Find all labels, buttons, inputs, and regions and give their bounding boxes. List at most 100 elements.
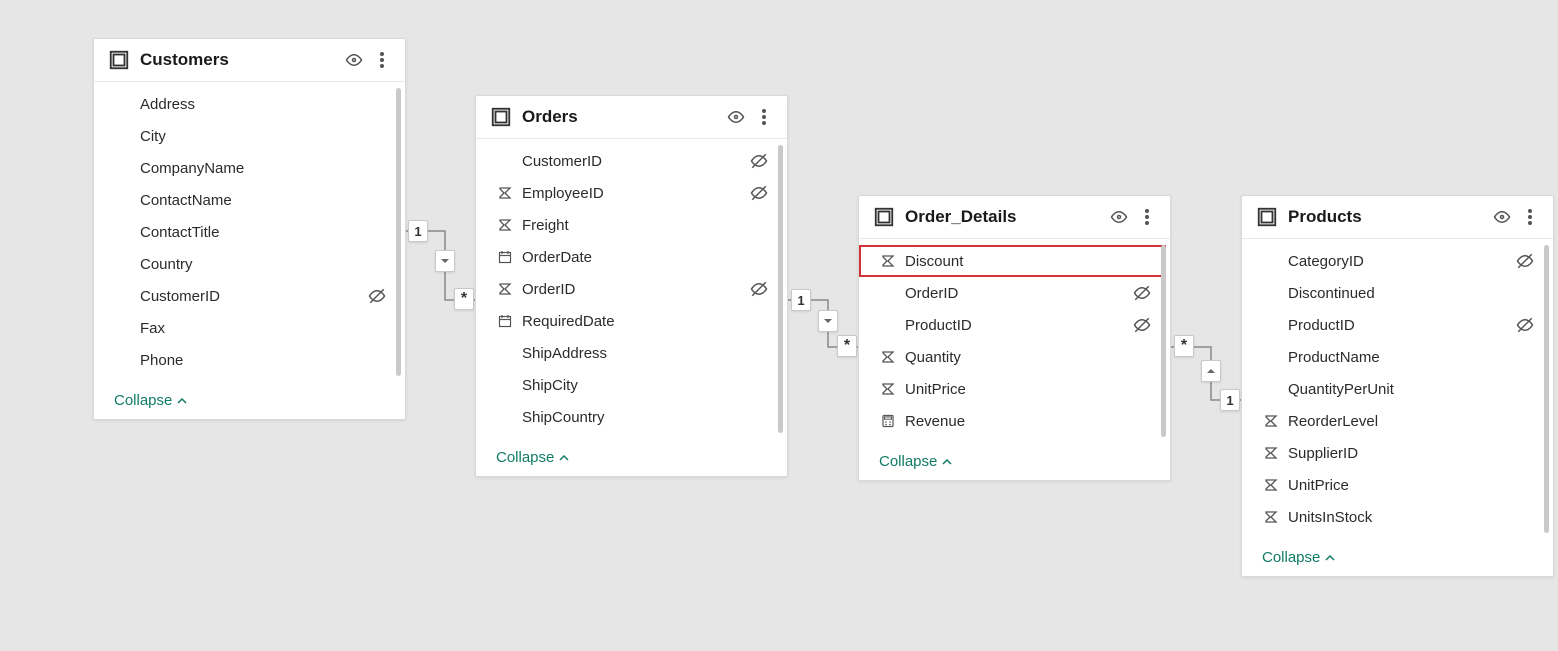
table-title: Products [1288,207,1483,227]
field-row[interactable]: RequiredDate [476,305,783,337]
sigma-icon [1262,510,1280,524]
hidden-eye-icon[interactable] [367,287,387,305]
more-menu-icon[interactable] [373,51,391,69]
field-name: UnitsInStock [1288,509,1507,526]
table-card-orders[interactable]: Orders CustomerID EmployeeIDFreightOrderD… [475,95,788,477]
sigma-icon [496,218,514,232]
hidden-eye-icon[interactable] [1515,316,1535,334]
model-canvas[interactable]: 1 * 1 * * 1 Customers AddressCityCompany… [0,0,1558,651]
table-header[interactable]: Order_Details [859,196,1170,239]
field-row[interactable]: ShipCity [476,369,783,401]
field-name: Discount [905,253,1124,270]
table-header[interactable]: Orders [476,96,787,139]
field-row[interactable]: ContactTitle [94,216,401,248]
field-name: Revenue [905,413,1124,430]
field-row[interactable]: UnitsInStock [1242,501,1549,533]
field-row[interactable]: Freight [476,209,783,241]
visibility-eye-icon[interactable] [1493,208,1511,226]
hidden-eye-icon[interactable] [749,184,769,202]
sigma-icon [1262,446,1280,460]
more-menu-icon[interactable] [1138,208,1156,226]
field-row[interactable]: City [94,120,401,152]
field-row[interactable]: UnitPrice [1242,469,1549,501]
hidden-eye-icon[interactable] [1515,252,1535,270]
field-row[interactable]: ReorderLevel [1242,405,1549,437]
field-row[interactable]: ProductName [1242,341,1549,373]
field-row[interactable]: ShipAddress [476,337,783,369]
field-row[interactable]: OrderID [476,273,783,305]
cardinality-one: 1 [791,289,811,311]
collapse-label: Collapse [496,449,554,466]
field-name: ProductName [1288,349,1507,366]
field-row[interactable]: SupplierID [1242,437,1549,469]
field-name: CategoryID [1288,253,1507,270]
field-row[interactable]: Fax [94,312,401,344]
field-row[interactable]: CustomerID [94,280,401,312]
field-row[interactable]: ContactName [94,184,401,216]
field-row[interactable]: CustomerID [476,145,783,177]
filter-direction-down-icon[interactable] [435,250,455,272]
field-row[interactable]: Phone [94,344,401,376]
collapse-toggle[interactable]: Collapse [859,443,1170,480]
field-row[interactable]: OrderDate [476,241,783,273]
field-name: Quantity [905,349,1124,366]
table-card-products[interactable]: Products CategoryID Discontinued ProductID… [1241,195,1554,577]
hidden-eye-icon[interactable] [1132,284,1152,302]
sigma-icon [1262,478,1280,492]
field-row[interactable]: CategoryID [1242,245,1549,277]
field-row[interactable]: ShipCountry [476,401,783,433]
field-row[interactable]: Revenue [859,405,1166,437]
hidden-eye-icon[interactable] [749,280,769,298]
field-name: ContactName [140,192,359,209]
table-header[interactable]: Products [1242,196,1553,239]
field-name: UnitPrice [1288,477,1507,494]
hidden-eye-icon[interactable] [1132,316,1152,334]
field-name: UnitPrice [905,381,1124,398]
table-title: Orders [522,107,717,127]
calendar-icon [496,314,514,328]
field-list: CategoryID Discontinued ProductID ProductNa… [1242,239,1553,539]
filter-direction-down-icon[interactable] [818,310,838,332]
collapse-label: Collapse [1262,549,1320,566]
visibility-eye-icon[interactable] [345,51,363,69]
field-row[interactable]: ProductID [859,309,1166,341]
field-row[interactable]: Quantity [859,341,1166,373]
field-name: CompanyName [140,160,359,177]
field-row[interactable]: Address [94,88,401,120]
field-row[interactable]: QuantityPerUnit [1242,373,1549,405]
chevron-up-icon [941,456,953,468]
field-row[interactable]: Discount [859,245,1166,277]
field-name: ReorderLevel [1288,413,1507,430]
sigma-icon [879,350,897,364]
visibility-eye-icon[interactable] [727,108,745,126]
field-name: OrderID [522,281,741,298]
more-menu-icon[interactable] [1521,208,1539,226]
field-name: Phone [140,352,359,369]
collapse-toggle[interactable]: Collapse [476,439,787,476]
field-name: Country [140,256,359,273]
visibility-eye-icon[interactable] [1110,208,1128,226]
table-icon [108,49,130,71]
field-row[interactable]: EmployeeID [476,177,783,209]
hidden-eye-icon[interactable] [749,152,769,170]
field-name: CustomerID [522,153,741,170]
field-name: Discontinued [1288,285,1507,302]
collapse-toggle[interactable]: Collapse [94,382,405,419]
field-row[interactable]: UnitPrice [859,373,1166,405]
field-row[interactable]: Discontinued [1242,277,1549,309]
field-name: Address [140,96,359,113]
collapse-toggle[interactable]: Collapse [1242,539,1553,576]
filter-direction-up-icon[interactable] [1201,360,1221,382]
field-row[interactable]: CompanyName [94,152,401,184]
field-row[interactable]: Country [94,248,401,280]
field-name: ShipCountry [522,409,741,426]
more-menu-icon[interactable] [755,108,773,126]
sigma-icon [1262,414,1280,428]
field-row[interactable]: ProductID [1242,309,1549,341]
field-row[interactable]: OrderID [859,277,1166,309]
field-name: ProductID [1288,317,1507,334]
table-header[interactable]: Customers [94,39,405,82]
table-card-order-details[interactable]: Order_Details Discount OrderIDProductID Qu… [858,195,1171,481]
field-name: Fax [140,320,359,337]
table-card-customers[interactable]: Customers Address City CompanyName ContactN… [93,38,406,420]
